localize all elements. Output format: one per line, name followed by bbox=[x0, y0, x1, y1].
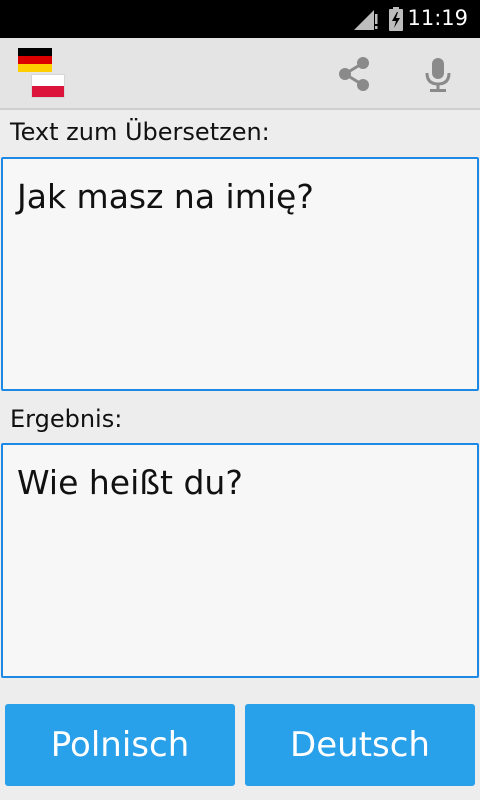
germany-flag-icon bbox=[18, 48, 52, 72]
poland-flag-icon bbox=[31, 74, 65, 98]
language-pair-flags[interactable] bbox=[18, 48, 70, 100]
share-icon[interactable] bbox=[334, 54, 374, 94]
status-time: 11:19 bbox=[407, 6, 468, 30]
german-language-button[interactable]: Deutsch bbox=[245, 704, 475, 786]
battery-charging-icon bbox=[389, 7, 403, 35]
microphone-icon[interactable] bbox=[418, 54, 458, 94]
status-bar: 11:19 bbox=[0, 0, 480, 38]
polish-language-button[interactable]: Polnisch bbox=[5, 704, 235, 786]
source-text-label: Text zum Übersetzen: bbox=[10, 118, 270, 146]
action-bar bbox=[0, 38, 480, 110]
source-text-input[interactable]: Jak masz na imię? bbox=[1, 157, 479, 391]
signal-icon bbox=[354, 8, 378, 34]
result-label: Ergebnis: bbox=[10, 405, 123, 433]
result-text-field[interactable]: Wie heißt du? bbox=[1, 443, 479, 678]
